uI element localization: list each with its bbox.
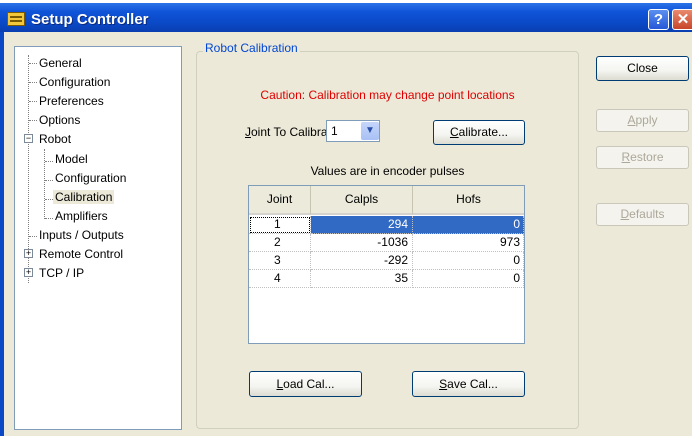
title-bar[interactable]: Setup Controller ? ✕ [0, 3, 692, 32]
tree-item-preferences[interactable]: Preferences [39, 94, 104, 108]
close-button[interactable]: Close [596, 56, 689, 81]
robot-expander-icon[interactable]: − [24, 134, 33, 143]
setup-controller-window: Setup Controller ? ✕ General Configurati… [0, 0, 692, 436]
table-row[interactable]: 2 -1036 973 [249, 234, 524, 252]
cell-joint[interactable]: 4 [249, 270, 311, 288]
tree-guide-line [29, 236, 37, 237]
column-header-calpls[interactable]: Calpls [311, 186, 413, 215]
column-header-joint[interactable]: Joint [249, 186, 311, 215]
tree-guide-line [29, 101, 37, 102]
save-cal-button[interactable]: Save Cal... [412, 371, 525, 397]
tree-item-robot-amplifiers[interactable]: Amplifiers [55, 209, 108, 223]
tree-item-robot[interactable]: Robot [39, 132, 71, 146]
tcp-ip-expander-icon[interactable]: + [24, 268, 33, 277]
table-row[interactable]: 1 294 0 [249, 216, 524, 234]
tree-guide-line [29, 63, 37, 64]
tree-item-robot-model[interactable]: Model [55, 152, 88, 166]
tree-guide-line [45, 199, 53, 200]
calibrate-button[interactable]: Calibrate... [433, 120, 525, 145]
caution-message: Caution: Calibration may change point lo… [260, 88, 515, 102]
tree-guide-line [44, 149, 45, 219]
close-icon[interactable]: ✕ [672, 9, 692, 30]
column-header-hofs[interactable]: Hofs [413, 186, 524, 215]
defaults-button[interactable]: Defaults [596, 203, 689, 226]
cell-hofs[interactable]: 0 [413, 216, 524, 234]
cell-joint[interactable]: 3 [249, 252, 311, 270]
settings-tree[interactable]: General Configuration Preferences Option… [14, 46, 182, 430]
load-cal-button[interactable]: Load Cal... [249, 371, 362, 397]
joint-select-value: 1 [331, 124, 338, 138]
tree-guide-line [45, 161, 53, 162]
cell-joint[interactable]: 2 [249, 234, 311, 252]
tree-item-options[interactable]: Options [39, 113, 80, 127]
tree-item-inputs-outputs[interactable]: Inputs / Outputs [39, 228, 124, 242]
apply-button[interactable]: Apply [596, 109, 689, 132]
cell-hofs[interactable]: 0 [413, 270, 524, 288]
tree-item-configuration[interactable]: Configuration [39, 75, 110, 89]
tree-guide-line [45, 180, 53, 181]
table-row[interactable]: 4 35 0 [249, 270, 524, 288]
window-title: Setup Controller [31, 11, 149, 28]
tree-item-remote-control[interactable]: Remote Control [39, 247, 123, 261]
cell-joint[interactable]: 1 [249, 216, 311, 234]
restore-button[interactable]: Restore [596, 146, 689, 169]
window-left-border [0, 32, 4, 436]
encoder-units-note: Values are in encoder pulses [310, 164, 465, 178]
joint-select[interactable]: 1 ▼ [326, 120, 380, 142]
app-icon [7, 12, 25, 26]
cell-calpls[interactable]: -1036 [311, 234, 413, 252]
cell-calpls[interactable]: -292 [311, 252, 413, 270]
group-title: Robot Calibration [203, 41, 300, 55]
tree-item-robot-calibration[interactable]: Calibration [53, 190, 115, 204]
cell-hofs[interactable]: 0 [413, 252, 524, 270]
remote-control-expander-icon[interactable]: + [24, 249, 33, 258]
tree-guide-line [29, 120, 37, 121]
cell-hofs[interactable]: 973 [413, 234, 524, 252]
calibration-table[interactable]: Joint Calpls Hofs 1 294 0 2 -1036 973 3 … [248, 185, 525, 344]
tree-guide-line [45, 218, 53, 219]
tree-item-tcp-ip[interactable]: TCP / IP [39, 266, 84, 280]
tree-item-general[interactable]: General [39, 56, 82, 70]
table-row[interactable]: 3 -292 0 [249, 252, 524, 270]
tree-guide-line [29, 82, 37, 83]
cell-calpls[interactable]: 294 [311, 216, 413, 234]
help-icon[interactable]: ? [648, 9, 669, 30]
tree-item-robot-configuration[interactable]: Configuration [55, 171, 126, 185]
cell-calpls[interactable]: 35 [311, 270, 413, 288]
chevron-down-icon[interactable]: ▼ [361, 122, 379, 140]
